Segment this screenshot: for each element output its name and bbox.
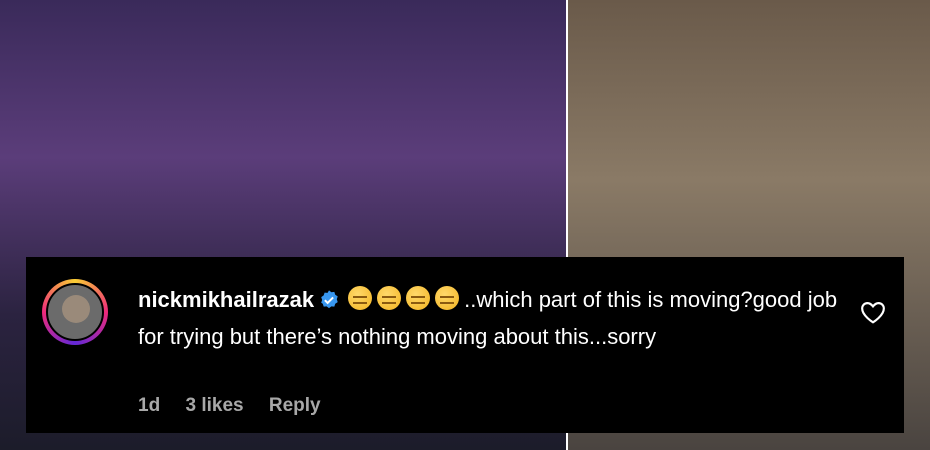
expressionless-face-emoji xyxy=(348,286,373,310)
reply-button[interactable]: Reply xyxy=(269,395,321,416)
avatar-image xyxy=(46,283,104,341)
expressionless-face-emoji xyxy=(377,286,402,310)
comment-card: nickmikhailrazak ..which part of this is … xyxy=(26,257,904,433)
emoji-group xyxy=(348,286,464,320)
comment-body: nickmikhailrazak ..which part of this is … xyxy=(138,283,838,354)
verified-badge-icon xyxy=(321,290,338,309)
expressionless-face-emoji xyxy=(406,286,431,310)
comment-username[interactable]: nickmikhailrazak xyxy=(138,287,314,312)
comment-likes[interactable]: 3 likes xyxy=(185,395,243,416)
avatar[interactable] xyxy=(42,279,108,345)
comment-meta: 1d 3 likes Reply xyxy=(138,395,341,417)
heart-icon[interactable] xyxy=(860,300,886,324)
expressionless-face-emoji xyxy=(435,286,460,310)
comment-time: 1d xyxy=(138,395,161,416)
